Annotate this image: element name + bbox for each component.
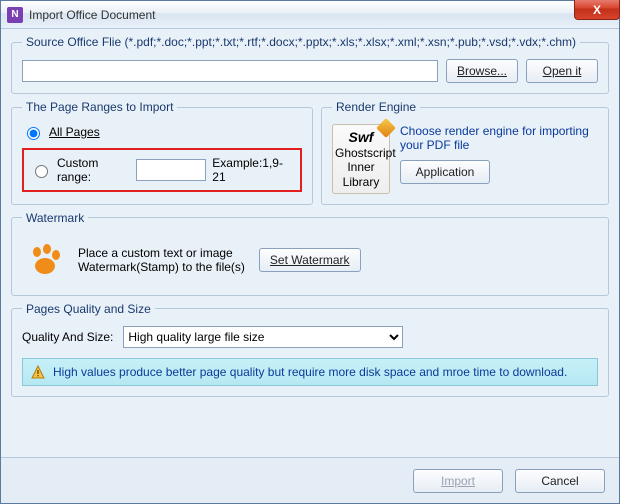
group-render-engine: Render Engine Swf Ghostscript Inner Libr… [321, 100, 609, 205]
open-label: Open it [543, 64, 582, 78]
watermark-desc: Place a custom text or image Watermark(S… [78, 246, 245, 274]
application-button[interactable]: Application [400, 160, 490, 184]
quality-info-banner: High values produce better page quality … [22, 358, 598, 386]
group-render-legend: Render Engine [332, 100, 420, 114]
paw-icon [26, 241, 64, 279]
window-title: Import Office Document [29, 8, 156, 22]
dialog-footer: Import Cancel [1, 457, 619, 503]
tile-sub1: Ghostscript [335, 146, 387, 160]
custom-range-highlight: Custom range: Example:1,9-21 [22, 148, 302, 192]
close-icon: X [593, 3, 601, 17]
group-source-file: Source Office Flie (*.pdf;*.doc;*.ppt;*.… [11, 35, 609, 94]
group-page-ranges: The Page Ranges to Import All Pages Cust… [11, 100, 313, 205]
open-button[interactable]: Open it [526, 59, 598, 83]
render-engine-tile[interactable]: Swf Ghostscript Inner Library [332, 124, 390, 194]
browse-button[interactable]: Browse... [446, 59, 518, 83]
group-source-legend: Source Office Flie (*.pdf;*.doc;*.ppt;*.… [22, 35, 580, 49]
radio-all-label: All Pages [49, 125, 100, 139]
app-icon: N [7, 7, 23, 23]
client-area: Source Office Flie (*.pdf;*.doc;*.ppt;*.… [1, 29, 619, 457]
group-quality-legend: Pages Quality and Size [22, 302, 155, 316]
quality-label: Quality And Size: [22, 330, 113, 344]
titlebar: N Import Office Document X [1, 1, 619, 29]
dialog-window: N Import Office Document X Source Office… [0, 0, 620, 504]
import-button[interactable]: Import [413, 469, 503, 493]
set-watermark-label: Set Watermark [270, 253, 350, 267]
quality-info-text: High values produce better page quality … [53, 365, 567, 379]
render-desc: Choose render engine for importing your … [400, 124, 598, 152]
radio-all-pages[interactable]: All Pages [22, 124, 302, 140]
radio-custom-range[interactable]: Custom range: [30, 156, 130, 184]
cancel-button[interactable]: Cancel [515, 469, 605, 493]
watermark-desc-line1: Place a custom text or image [78, 246, 245, 260]
group-quality: Pages Quality and Size Quality And Size:… [11, 302, 609, 397]
radio-custom-input[interactable] [35, 165, 48, 178]
browse-label: Browse... [457, 64, 507, 78]
source-path-input[interactable] [22, 60, 438, 82]
warning-icon [31, 365, 45, 379]
custom-range-input[interactable] [136, 159, 206, 181]
tile-sub2: Inner Library [335, 160, 387, 189]
set-watermark-button[interactable]: Set Watermark [259, 248, 361, 272]
import-label: Import [441, 474, 475, 488]
custom-range-example: Example:1,9-21 [212, 156, 292, 184]
group-ranges-legend: The Page Ranges to Import [22, 100, 177, 114]
radio-custom-label: Custom range: [57, 156, 130, 184]
watermark-desc-line2: Watermark(Stamp) to the file(s) [78, 260, 245, 274]
group-watermark-legend: Watermark [22, 211, 88, 225]
group-watermark: Watermark Place a custom text or image W… [11, 211, 609, 296]
quality-select[interactable]: High quality large file size [123, 326, 403, 348]
radio-all-input[interactable] [27, 127, 40, 140]
close-button[interactable]: X [574, 0, 620, 20]
